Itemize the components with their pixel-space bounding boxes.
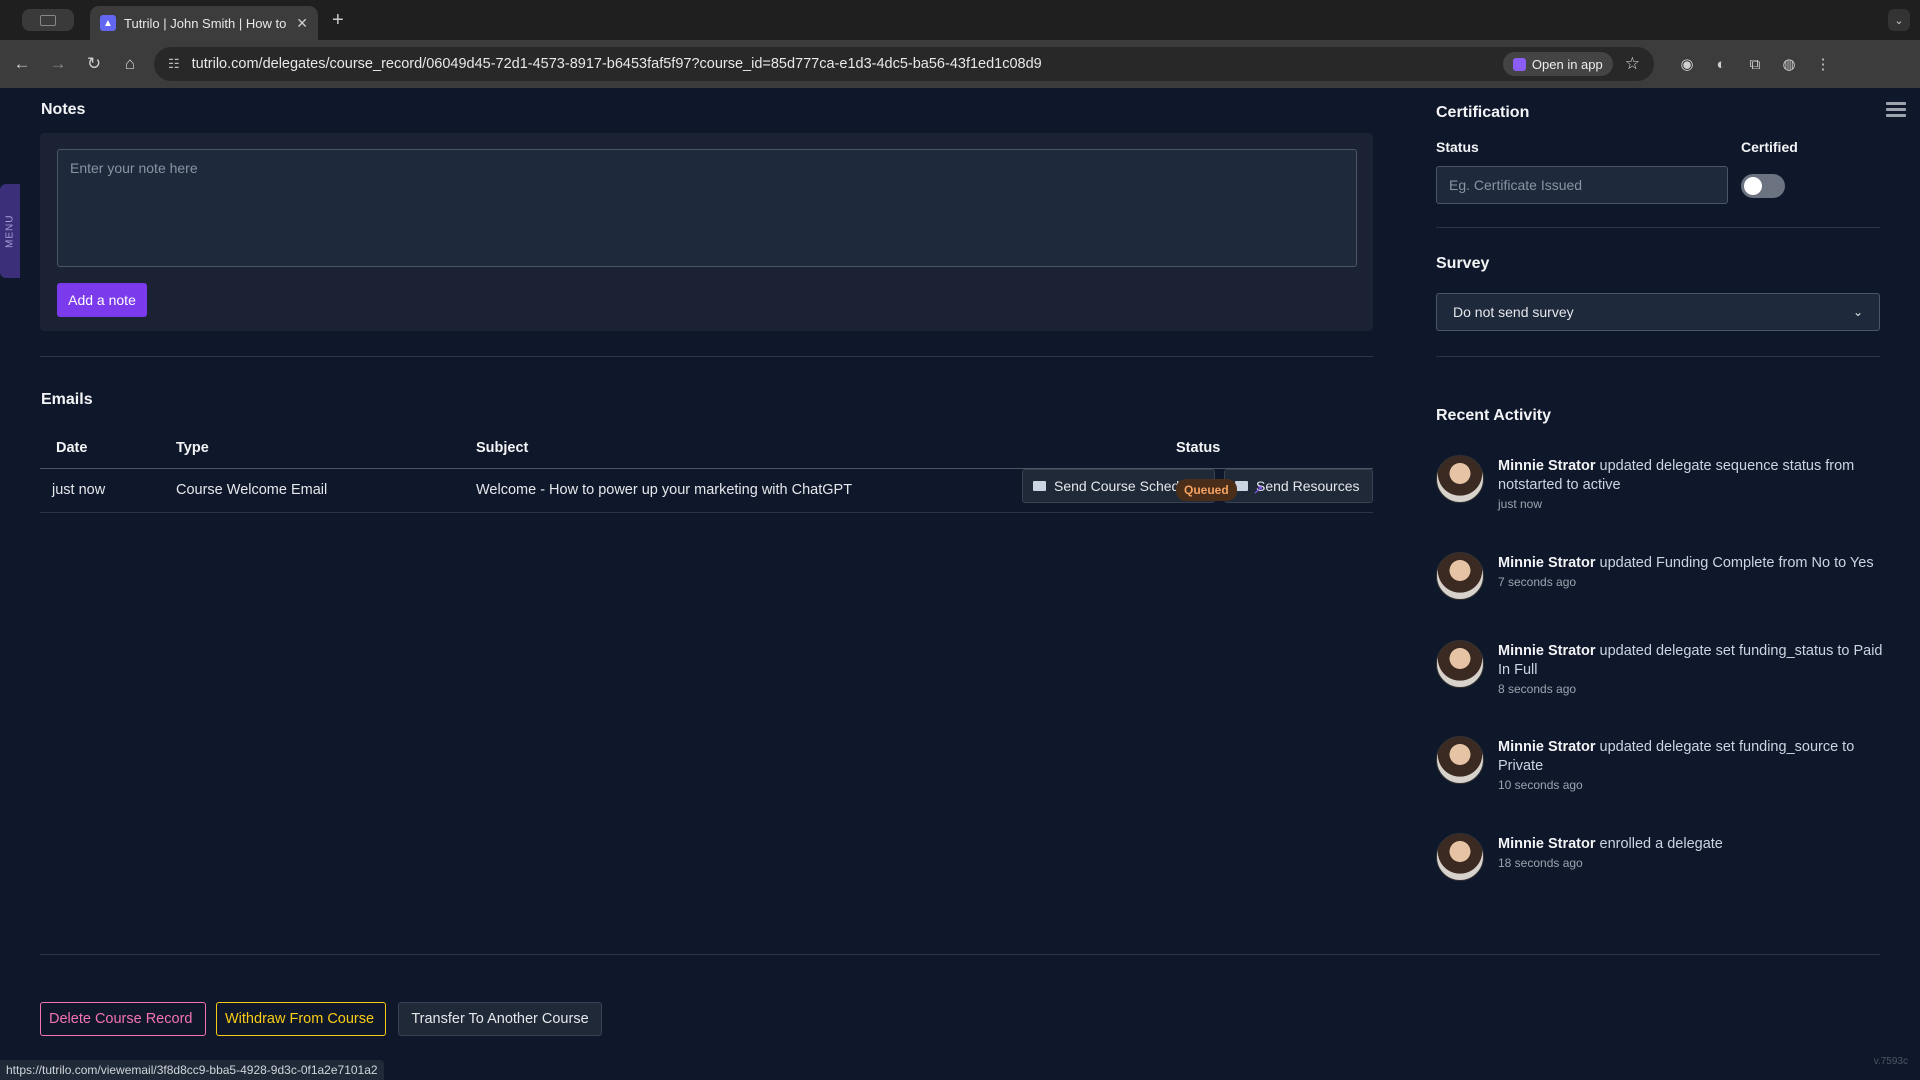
page-content: MENU Notes Add a note Emails Send Course… [0, 88, 1920, 1080]
activity-time: 7 seconds ago [1498, 575, 1577, 589]
email-row: just now Course Welcome Email Welcome - … [40, 468, 1373, 513]
activity-user: Minnie Strator [1498, 836, 1596, 852]
email-type: Course Welcome Email [176, 468, 476, 513]
home-icon[interactable]: ⌂ [112, 54, 148, 74]
certification-title: Certification [1436, 104, 1530, 121]
browser-tab-bar: ▲ Tutrilo | John Smith | How to p ✕ + ⌄ [0, 0, 1920, 40]
activity-item: Minnie Strator updated Funding Complete … [1436, 552, 1886, 600]
version-label: v.7593c [1873, 1056, 1908, 1067]
avatar [1436, 552, 1484, 600]
activity-user: Minnie Strator [1498, 458, 1596, 474]
activity-user: Minnie Strator [1498, 739, 1596, 755]
emails-table: Date Type Subject Status just now Course… [40, 428, 1373, 513]
certificate-status-label: Status [1436, 139, 1479, 155]
activity-item: Minnie Strator updated delegate set fund… [1436, 736, 1886, 792]
notes-divider [40, 356, 1373, 357]
profile-avatar-icon[interactable]: ◍ [1772, 55, 1806, 73]
survey-divider [1436, 356, 1880, 357]
emails-header-row: Date Type Subject Status [40, 428, 1373, 469]
toggle-knob [1744, 177, 1762, 195]
browser-toolbar: ← → ↻ ⌂ ☷ tutrilo.com/delegates/course_r… [0, 40, 1920, 88]
browser-tab-active[interactable]: ▲ Tutrilo | John Smith | How to p ✕ [90, 6, 318, 40]
reload-icon[interactable]: ↻ [76, 54, 112, 74]
column-header-status: Status [1176, 428, 1373, 469]
activity-time: 10 seconds ago [1498, 778, 1583, 792]
close-tab-icon[interactable]: ✕ [296, 15, 308, 32]
address-bar[interactable]: ☷ tutrilo.com/delegates/course_record/06… [154, 47, 1654, 81]
activity-text: Minnie Strator updated Funding Complete … [1498, 552, 1874, 573]
activity-time: 8 seconds ago [1498, 682, 1577, 696]
activity-user: Minnie Strator [1498, 555, 1596, 571]
note-textarea[interactable] [57, 149, 1357, 267]
avatar [1436, 640, 1484, 688]
grammar-extension-icon[interactable]: ◐ [1704, 56, 1738, 73]
activity-item: Minnie Strator enrolled a delegate 18 se… [1436, 833, 1886, 881]
footer-divider [40, 954, 1880, 955]
camera-extension-icon[interactable]: ◉ [1670, 55, 1704, 73]
open-in-app-label: Open in app [1531, 56, 1603, 72]
link-hover-status-bar: https://tutrilo.com/viewemail/3f8d8cc9-b… [0, 1060, 384, 1080]
kebab-menu-icon[interactable]: ⋮ [1806, 55, 1840, 73]
view-email-external-link-icon[interactable]: ↗ [1253, 482, 1264, 498]
certification-divider [1436, 227, 1880, 228]
app-icon [1512, 57, 1526, 71]
back-icon[interactable]: ← [4, 54, 40, 74]
delete-course-record-button[interactable]: Delete Course Record [40, 1002, 206, 1036]
email-date: just now [40, 468, 176, 513]
side-menu-tab[interactable]: MENU [0, 184, 20, 278]
chevron-down-icon: ⌄ [1852, 305, 1863, 319]
survey-selected-value: Do not send survey [1453, 304, 1574, 320]
bookmark-star-icon[interactable]: ☆ [1625, 54, 1640, 74]
activity-text: Minnie Strator updated delegate sequence… [1498, 455, 1886, 495]
add-note-button[interactable]: Add a note [57, 283, 147, 317]
recent-activity-title: Recent Activity [1436, 407, 1551, 424]
forward-icon[interactable]: → [40, 54, 76, 74]
notes-title: Notes [41, 101, 86, 118]
email-status-cell: Queued ↗ [1176, 468, 1373, 513]
activity-item: Minnie Strator updated delegate set fund… [1436, 640, 1886, 696]
notes-card: Add a note [40, 133, 1373, 331]
column-header-type: Type [176, 428, 476, 469]
column-header-date: Date [40, 428, 176, 469]
email-subject: Welcome - How to power up your marketing… [476, 468, 1176, 513]
activity-item: Minnie Strator updated delegate sequence… [1436, 455, 1886, 511]
activity-text: Minnie Strator enrolled a delegate [1498, 833, 1723, 854]
status-badge: Queued [1176, 479, 1237, 501]
transfer-to-another-course-button[interactable]: Transfer To Another Course [398, 1002, 602, 1036]
certificate-status-input[interactable] [1436, 166, 1728, 204]
activity-text: Minnie Strator updated delegate set fund… [1498, 640, 1886, 680]
activity-user: Minnie Strator [1498, 643, 1596, 659]
activity-description: enrolled a delegate [1599, 836, 1723, 852]
tab-list-dropdown-icon[interactable]: ⌄ [1888, 9, 1910, 31]
certified-label: Certified [1741, 139, 1798, 155]
activity-time: just now [1498, 497, 1543, 511]
emails-title: Emails [41, 391, 93, 408]
avatar [1436, 833, 1484, 881]
avatar [1436, 455, 1484, 503]
open-in-app-button[interactable]: Open in app [1502, 52, 1613, 76]
activity-description: updated Funding Complete from No to Yes [1599, 555, 1874, 571]
tab-search-button[interactable] [22, 9, 74, 31]
new-tab-icon[interactable]: + [332, 9, 344, 32]
survey-select[interactable]: Do not send survey ⌄ [1436, 293, 1880, 331]
activity-time: 18 seconds ago [1498, 856, 1583, 870]
tab-grid-icon [40, 14, 56, 26]
avatar [1436, 736, 1484, 784]
survey-title: Survey [1436, 255, 1490, 272]
extensions-puzzle-icon[interactable]: ⧉ [1738, 56, 1772, 73]
hamburger-menu-icon[interactable] [1886, 102, 1906, 120]
column-header-subject: Subject [476, 428, 1176, 469]
tutrilo-favicon-icon: ▲ [100, 15, 116, 31]
url-text: tutrilo.com/delegates/course_record/0604… [191, 56, 1042, 72]
withdraw-from-course-button[interactable]: Withdraw From Course [216, 1002, 386, 1036]
site-info-icon[interactable]: ☷ [168, 56, 180, 72]
activity-text: Minnie Strator updated delegate set fund… [1498, 736, 1886, 776]
certified-toggle[interactable] [1741, 174, 1785, 198]
tab-title: Tutrilo | John Smith | How to p [124, 15, 289, 31]
